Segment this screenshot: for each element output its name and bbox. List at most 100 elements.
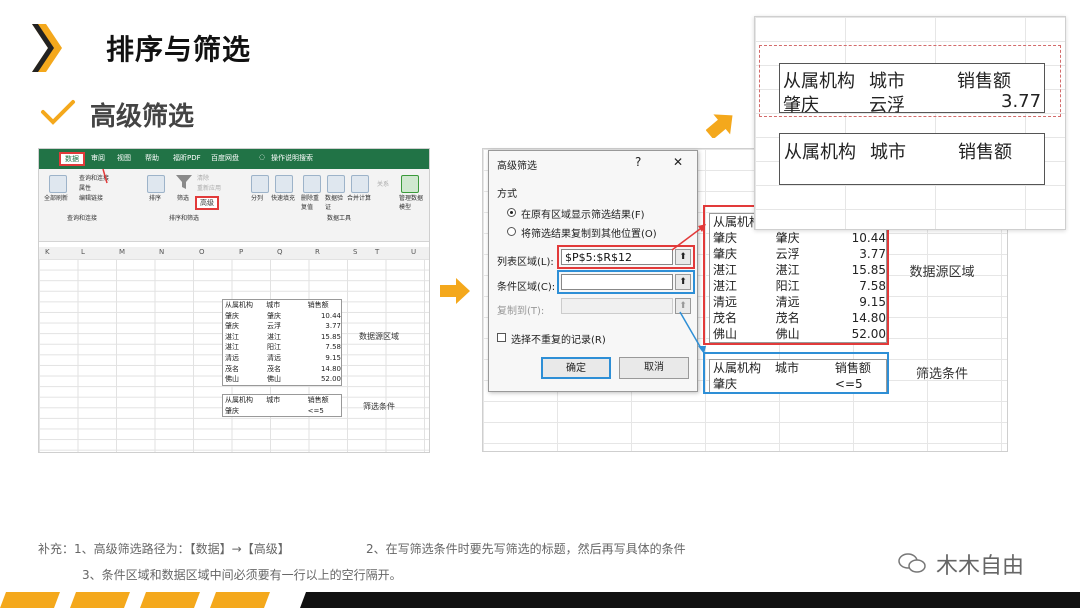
relations-button[interactable]: 关系 [377,179,389,188]
criteria-header-cell[interactable]: 销售额 [958,138,1012,164]
split-columns-icon[interactable] [251,175,269,193]
criteria-table-small: 从属机构 城市 销售额 肇庆 <=5 [222,394,342,418]
ok-button[interactable]: 确定 [541,357,611,379]
cell[interactable]: 3.77 [307,321,341,332]
cell[interactable]: 佛山 [265,374,307,385]
refresh-all-icon[interactable] [49,175,67,193]
help-button[interactable]: ? [635,155,641,169]
flash-fill-icon[interactable] [275,175,293,193]
source-area-label: 数据源区域 [359,332,399,341]
header-cell[interactable]: 城市 [264,395,305,406]
result-cell[interactable]: 3.77 [1001,91,1041,112]
cell[interactable]: 52.00 [307,374,341,385]
result-header-cell[interactable]: 销售额 [957,67,1011,93]
tab-foxit-pdf[interactable]: 福昕PDF [173,153,201,163]
tab-review[interactable]: 审阅 [91,153,105,163]
option-filter-in-place[interactable]: 在原有区域显示筛选结果(F) [521,206,645,221]
split-label: 分列 [251,195,264,202]
tab-data[interactable]: 数据 [59,152,85,166]
tab-view[interactable]: 视图 [117,153,131,163]
cell[interactable]: 湛江 [265,332,307,343]
header-cell[interactable]: 从属机构 [223,300,264,311]
cell[interactable]: 7.58 [307,342,341,353]
list-range-label: 列表区域(L): [497,257,554,268]
result-header-cell[interactable]: 从属机构 [783,67,855,93]
consolidate-icon[interactable] [351,175,369,193]
criteria-table-partial: 从属机构 城市 销售额 [779,133,1045,185]
note-line2: 3、条件区域和数据区域中间必须要有一行以上的空行隔开。 [82,568,402,582]
table-row: 肇庆 <=5 [223,406,341,417]
cell[interactable]: 云浮 [265,321,307,332]
cell[interactable] [264,406,305,417]
up-right-arrow-icon [706,114,733,138]
cell[interactable]: 10.44 [307,311,341,322]
col-s[interactable]: S [353,248,357,256]
option-copy-to-location[interactable]: 将筛选结果复制到其他位置(O) [521,225,657,240]
cell[interactable]: 清远 [223,353,265,364]
brand-name: 木木自由 [936,554,1025,579]
data-model-icon[interactable] [401,175,419,193]
header-cell[interactable]: 从属机构 [223,395,264,406]
cancel-button[interactable]: 取消 [619,357,689,379]
col-p[interactable]: P [239,248,243,256]
flash-fill-label: 快速填充 [271,195,296,202]
col-l[interactable]: L [81,248,85,256]
col-k[interactable]: K [45,248,50,256]
result-cell[interactable]: 肇庆 [783,91,819,117]
copy-to-input[interactable] [561,298,673,314]
close-icon[interactable]: ✕ [673,155,683,169]
criteria-area-label: 筛选条件 [363,402,395,411]
copy-to-label: 复制到(T): [497,306,545,317]
group-data-tools-label: 数据工具 [327,215,352,222]
data-validation-icon[interactable] [327,175,345,193]
cell[interactable]: 茂名 [223,364,265,375]
unique-records-label[interactable]: 选择不重复的记录(R) [511,331,606,346]
wechat-icon [898,553,926,573]
cell[interactable]: 肇庆 [223,321,265,332]
tab-baidu-pan[interactable]: 百度网盘 [211,153,239,163]
properties-button[interactable]: 属性 [79,183,91,192]
refresh-all-label: 全部刷新 [44,195,69,202]
tab-help[interactable]: 帮助 [145,153,159,163]
col-t[interactable]: T [375,248,379,256]
cell[interactable]: 肇庆 [265,311,307,322]
cell[interactable]: 湛江 [223,332,265,343]
header-cell[interactable]: 销售额 [306,300,341,311]
criteria-range-highlight [703,352,889,394]
unique-records-checkbox[interactable] [497,333,506,342]
cell[interactable]: 清远 [265,353,307,364]
col-r[interactable]: R [315,248,320,256]
remove-duplicates-icon[interactable] [303,175,321,193]
result-header-cell[interactable]: 城市 [869,67,905,93]
col-o[interactable]: O [199,248,205,256]
cell[interactable]: 阳江 [265,342,307,353]
criteria-header-cell[interactable]: 城市 [870,138,906,164]
col-n[interactable]: N [159,248,164,256]
criteria-header-cell[interactable]: 从属机构 [784,138,856,164]
tab-tell-me[interactable]: 操作说明搜索 [271,153,313,163]
right-arrow-icon [440,278,470,304]
result-cell[interactable]: 云浮 [869,91,905,117]
page-title: 排序与筛选 [106,33,252,66]
col-u[interactable]: U [411,248,416,256]
note-line1-a: 补充：1、高级筛选路径为：【数据】→【高级】 [38,542,290,556]
cell[interactable]: 肇庆 [223,311,265,322]
data-model-label: 管理数据模型 [399,195,424,211]
cell[interactable]: 15.85 [307,332,341,343]
radio-copy-to-location[interactable] [507,227,516,236]
table-header-row: 从属机构 城市 销售额 [223,395,341,406]
checkmark-icon [41,100,75,125]
chevron-logo-icon [32,24,62,72]
cell[interactable]: <=5 [306,406,341,417]
cell[interactable]: 14.80 [307,364,341,375]
cell[interactable]: 9.15 [307,353,341,364]
cell[interactable]: 湛江 [223,342,265,353]
col-m[interactable]: M [119,248,125,256]
cell[interactable]: 茂名 [265,364,307,375]
header-cell[interactable]: 销售额 [306,395,341,406]
cell[interactable]: 肇庆 [223,406,264,417]
cell[interactable]: 佛山 [223,374,265,385]
col-q[interactable]: Q [277,248,283,256]
radio-filter-in-place[interactable] [507,208,516,217]
header-cell[interactable]: 城市 [264,300,305,311]
